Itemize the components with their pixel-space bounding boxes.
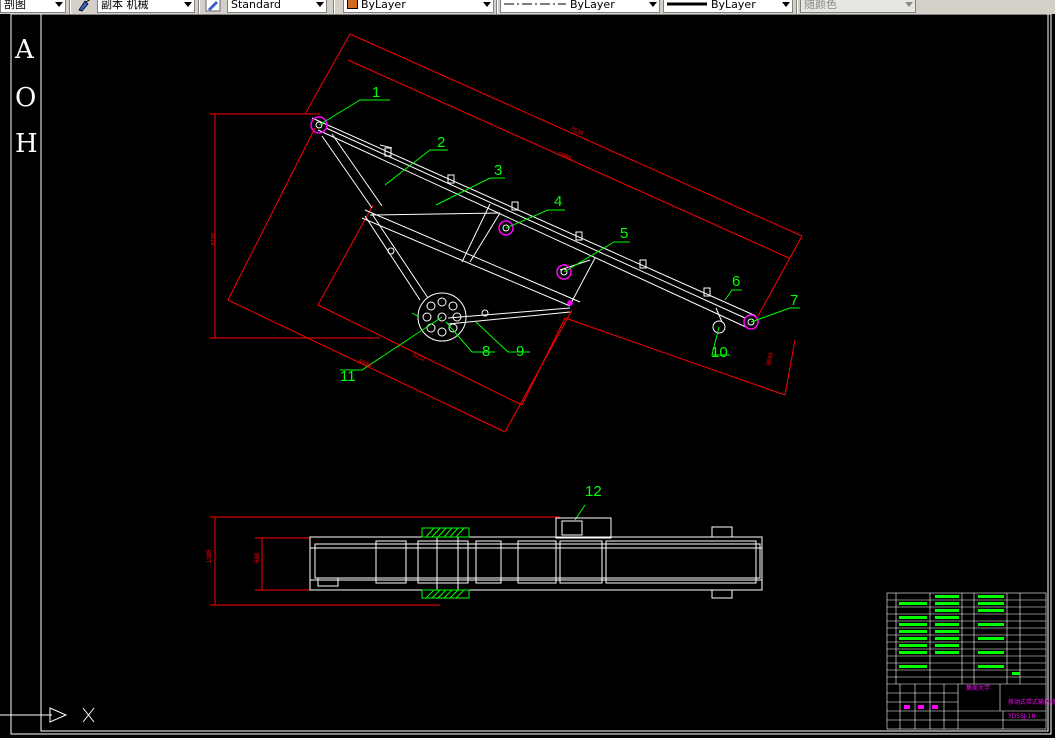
title-block-drawing-name: 移动式带式输送机 <box>1008 698 1055 706</box>
text-style-icon <box>205 0 221 12</box>
dim-end-offset: 9593 <box>766 351 775 366</box>
title-block <box>886 592 1047 730</box>
callout-9: 9 <box>516 343 524 360</box>
dim-plan-width-outer: 1088 <box>207 549 213 563</box>
title-block-marks <box>904 705 938 709</box>
chevron-down-icon <box>184 2 192 7</box>
chevron-down-icon <box>316 2 324 7</box>
dim-plan-width-inner: 688 <box>255 552 261 563</box>
chevron-down-icon <box>55 2 63 7</box>
ucs-axis-labels: A O H <box>14 35 38 159</box>
callout-5: 5 <box>620 225 628 242</box>
title-block-texts: 集美大学 移动式带式输送机 YDSSJ-18 <box>966 684 1055 720</box>
lineweight-preview-icon <box>667 2 707 6</box>
dimension-texts: 7538 6988 3818 4488 3222 9593 1088 688 <box>207 126 775 563</box>
layer-dropdown[interactable]: 副本 机械 <box>97 0 195 13</box>
color-value: ByLayer <box>361 0 406 11</box>
axis-label-o: O <box>15 83 36 113</box>
chevron-down-icon <box>649 2 657 7</box>
plan-hatch <box>421 527 470 599</box>
lineweight-dropdown[interactable]: ByLayer <box>663 0 793 13</box>
color-dropdown[interactable]: ByLayer <box>343 0 494 13</box>
text-style-dropdown[interactable]: Standard <box>227 0 327 13</box>
toolbar-separator <box>333 0 335 14</box>
dim-base-span: 3222 <box>411 352 426 363</box>
conveyor-plan-view <box>210 516 763 606</box>
view-dropdown[interactable]: 剖图 <box>0 0 66 13</box>
layer-icon <box>78 0 91 12</box>
linetype-preview-icon <box>504 3 566 5</box>
layer-dropdown-value: 副本 机械 <box>101 0 149 11</box>
dimension-lines <box>210 33 803 433</box>
title-block-drawing-no: YDSSJ-18 <box>1007 713 1035 720</box>
color-swatch-icon <box>347 0 358 9</box>
callout-2: 2 <box>437 134 445 151</box>
view-dropdown-value: 剖图 <box>4 0 26 11</box>
toolbar-separator <box>496 0 498 14</box>
chevron-down-icon <box>905 2 913 7</box>
callout-6: 6 <box>732 273 740 290</box>
callout-12: 12 <box>585 483 602 500</box>
callout-7: 7 <box>790 292 798 309</box>
axis-label-a: A <box>14 35 35 65</box>
properties-toolbar: 剖图 副本 机械 Standard ByLayer ByLayer ByLaye… <box>0 0 1055 14</box>
dim-height: 3818 <box>209 232 215 246</box>
toolbar-separator <box>796 0 798 14</box>
callout-4: 4 <box>554 193 562 210</box>
ucs-icon <box>0 707 95 723</box>
conveyor-elevation <box>311 117 757 334</box>
linetype-dropdown[interactable]: ByLayer <box>500 0 660 13</box>
lineweight-value: ByLayer <box>711 0 756 11</box>
callout-1: 1 <box>372 84 380 101</box>
pulley-hubs <box>315 121 755 326</box>
callout-10: 10 <box>711 344 728 361</box>
plot-style-dropdown[interactable]: 随颜色 <box>800 0 916 13</box>
callout-8: 8 <box>482 343 490 360</box>
linetype-value: ByLayer <box>570 0 615 11</box>
title-block-company: 集美大学 <box>966 684 990 692</box>
callout-labels: 1 2 3 4 5 6 7 8 9 10 11 12 <box>340 84 798 500</box>
toolbar-separator <box>198 0 200 14</box>
axis-label-h: H <box>15 129 38 159</box>
text-style-value: Standard <box>231 0 282 11</box>
callout-3: 3 <box>494 162 502 179</box>
chevron-down-icon <box>483 2 491 7</box>
plot-style-value: 随颜色 <box>804 0 837 11</box>
toolbar-separator <box>69 0 71 14</box>
chevron-down-icon <box>782 2 790 7</box>
callout-11: 11 <box>340 368 356 385</box>
dim-belt-length: 6988 <box>557 151 572 162</box>
drawing-canvas[interactable]: A O H 1 2 3 4 5 6 7 8 9 10 11 12 7538 69… <box>0 14 1055 738</box>
drawing-frame <box>10 14 1052 735</box>
